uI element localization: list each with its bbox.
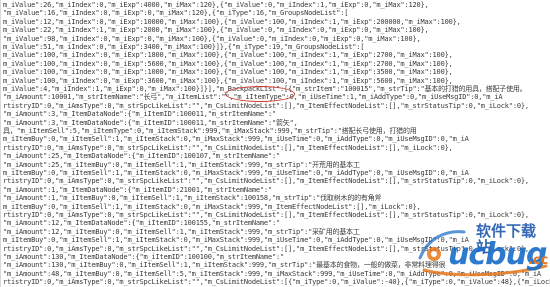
code-line: "m_iAmount":130,"m_iItemBuy":0,"m_iItemS… <box>3 261 446 270</box>
code-line: "m_iAmount":12,"m_ItemDataNode":{"m_iIte… <box>3 219 280 228</box>
code-line: "m_iAmount":1,"m_ItemDataNode":{"m_iItem… <box>3 185 272 194</box>
code-line: m_iValue":100,"m_iIndex":0,"m_iExp":5600… <box>3 59 453 68</box>
code-line: "m_iAmount":1,"m_iItemBuy":0,"m_iItemSel… <box>3 194 382 203</box>
code-line: m_iItemBuy":0,"m_iItemSell":1,"m_iItemSt… <box>3 236 469 245</box>
code-line: "m_iAmount":25,"m_ItemDataNode":{"m_iIte… <box>3 152 280 161</box>
code-line: "m_iAmount":3,"m_ItemDataNode":{"m_iItem… <box>3 110 276 119</box>
code-line: m_iValue":100,"m_iIndex":0,"m_iExp":1800… <box>3 51 453 60</box>
code-line: m_iValue":4,"m_iIndex":1,"m_iExp":0,"m_i… <box>3 85 527 93</box>
code-line: "m_iAmount":3,"m_ItemDataNode":{"m_iItem… <box>3 118 298 127</box>
code-line: 具，"m_iItemSell":5,"m_iItemType":0,"m_iIt… <box>3 127 417 135</box>
code-line: "m_iValue":16,"m_iIndex":0,"m_iExp":0,"m… <box>3 9 349 18</box>
code-line: rtistryID":0,"m_iAmsType":0,"m_strSpcLik… <box>3 278 550 287</box>
code-line: m_iItemBuy":0,"m_iItemSell":1,"m_iItemSt… <box>3 202 421 211</box>
code-line: m_iValue":12,"m_iIndex":0,"m_iExp":10000… <box>3 17 461 26</box>
code-line: "m_iAmount":130,"m_ItemDataNode":{"m_iIt… <box>3 253 285 261</box>
code-line: rtistryID":0,"m_iAmsType":0,"m_strSpcLik… <box>3 244 529 253</box>
code-line: rtistryID":0,"m_iAmsType":0,"m_strSpcLik… <box>3 101 529 110</box>
code-line: m_iValue":100,"m_iIndex":0,"m_iExp":3600… <box>3 76 453 85</box>
code-line: rtistryID":0,"m_iAmsType":0,"m_strSpcLik… <box>3 143 453 152</box>
code-line: "m_iAmount":48,"m_iItemBuy":0,"m_iItemSe… <box>3 269 541 278</box>
code-line: m_iItemBuy":0,"m_iItemSell":1,"m_iItemSt… <box>3 135 469 144</box>
code-text-area[interactable]: m_iValue":26,"m_iIndex":0,"m_iExp":4000,… <box>0 0 550 287</box>
code-line: "m_iAmount":10001,"m_strItemName":"长弓","… <box>3 93 503 102</box>
code-line: "m_iAmount":12,"m_iItemBuy":0,"m_iItemSe… <box>3 227 360 236</box>
code-line: m_iValue":51,"m_iIndex":0,"m_iExp":3400,… <box>3 43 365 51</box>
code-line: m_iItemBuy":0,"m_iItemSell":1,"m_iItemSt… <box>3 169 469 177</box>
code-line: rtistryID":0,"m_iAmsType":0,"m_strSpcLik… <box>3 177 529 186</box>
code-line: "m_iValue":98,"m_iIndex":0,"m_iExp":0,"m… <box>3 34 421 43</box>
code-line: "m_iAmount":25,"m_iItemBuy":0,"m_iItemSe… <box>3 160 360 169</box>
code-line: m_iValue":22,"m_iIndex":1,"m_iExp":2000,… <box>3 26 429 35</box>
code-line: rtistryID":0,"m_iAmsType":0,"m_strSpcLik… <box>3 211 529 219</box>
code-line: m_iValue":100,"m_iIndex":0,"m_iExp":1000… <box>3 68 453 77</box>
code-line: m_iValue":26,"m_iIndex":0,"m_iExp":4000,… <box>3 1 429 9</box>
